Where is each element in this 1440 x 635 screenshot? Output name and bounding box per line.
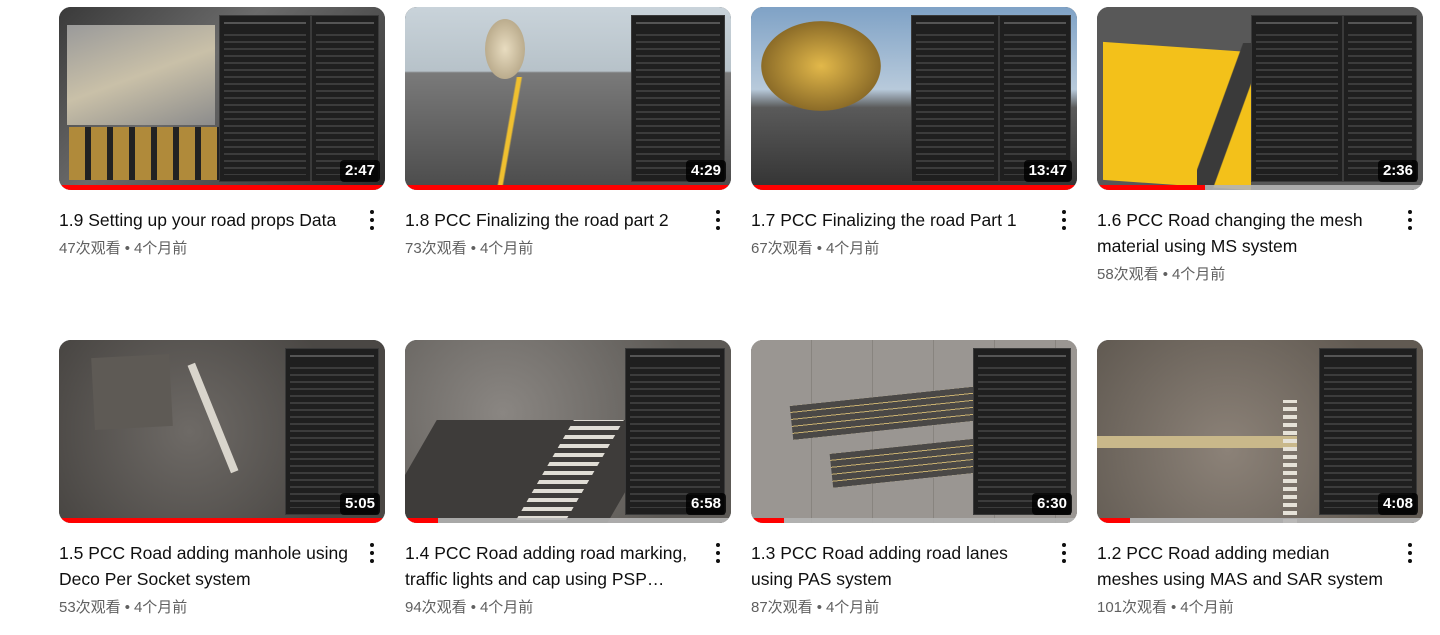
view-count: 58次观看 (1097, 266, 1159, 283)
video-title[interactable]: 1.3 PCC Road adding road lanes using PAS… (751, 540, 1077, 592)
more-options-icon[interactable] (1399, 541, 1421, 565)
video-card[interactable]: 5:05 1.5 PCC Road adding manhole using D… (59, 340, 385, 618)
upload-age: 4个月前 (479, 599, 534, 616)
video-card[interactable]: 2:47 1.9 Setting up your road props Data… (59, 7, 385, 259)
video-card[interactable]: 13:47 1.7 PCC Finalizing the road Part 1… (751, 7, 1077, 259)
duration-badge: 2:47 (339, 160, 380, 182)
video-thumbnail[interactable]: 6:58 (405, 340, 731, 523)
video-stats: 101次观看 • 4个月前 (1097, 598, 1423, 618)
video-stats: 58次观看 • 4个月前 (1097, 265, 1423, 285)
view-count: 67次观看 (751, 240, 813, 257)
upload-age: 4个月前 (133, 240, 188, 257)
separator: • (470, 240, 476, 257)
video-title[interactable]: 1.7 PCC Finalizing the road Part 1 (751, 207, 1077, 233)
more-options-icon[interactable] (707, 541, 729, 565)
separator: • (124, 599, 130, 616)
separator: • (816, 240, 822, 257)
view-count: 53次观看 (59, 599, 121, 616)
video-stats: 87次观看 • 4个月前 (751, 598, 1077, 618)
more-options-icon[interactable] (361, 541, 383, 565)
video-title[interactable]: 1.8 PCC Finalizing the road part 2 (405, 207, 731, 233)
video-title[interactable]: 1.2 PCC Road adding median meshes using … (1097, 540, 1423, 592)
upload-age: 4个月前 (825, 240, 880, 257)
upload-age: 4个月前 (1180, 599, 1234, 616)
more-options-icon[interactable] (1053, 541, 1075, 565)
duration-badge: 4:08 (1377, 493, 1418, 515)
upload-age: 4个月前 (825, 599, 880, 616)
video-stats: 47次观看 • 4个月前 (59, 239, 385, 259)
view-count: 94次观看 (405, 599, 467, 616)
video-grid: 2:47 1.9 Setting up your road props Data… (0, 0, 1440, 635)
more-options-icon[interactable] (361, 208, 383, 232)
more-options-icon[interactable] (707, 208, 729, 232)
video-card[interactable]: 6:58 1.4 PCC Road adding road marking, t… (405, 340, 731, 618)
view-count: 101次观看 (1097, 599, 1168, 616)
separator: • (124, 240, 130, 257)
video-title[interactable]: 1.6 PCC Road changing the mesh material … (1097, 207, 1423, 259)
view-count: 47次观看 (59, 240, 121, 257)
video-card[interactable]: 4:08 1.2 PCC Road adding median meshes u… (1097, 340, 1423, 618)
more-options-icon[interactable] (1053, 208, 1075, 232)
duration-badge: 2:36 (1377, 160, 1418, 182)
separator: • (816, 599, 822, 616)
video-card[interactable]: 4:29 1.8 PCC Finalizing the road part 2 … (405, 7, 731, 259)
video-card[interactable]: 6:30 1.3 PCC Road adding road lanes usin… (751, 340, 1077, 618)
video-thumbnail[interactable]: 4:29 (405, 7, 731, 190)
more-options-icon[interactable] (1399, 208, 1421, 232)
video-thumbnail[interactable]: 4:08 (1097, 340, 1423, 523)
video-stats: 94次观看 • 4个月前 (405, 598, 731, 618)
video-title[interactable]: 1.5 PCC Road adding manhole using Deco P… (59, 540, 385, 592)
view-count: 87次观看 (751, 599, 813, 616)
duration-badge: 4:29 (685, 160, 726, 182)
separator: • (1171, 599, 1177, 616)
video-thumbnail[interactable]: 6:30 (751, 340, 1077, 523)
duration-badge: 6:30 (1031, 493, 1072, 515)
separator: • (1162, 266, 1168, 283)
video-stats: 73次观看 • 4个月前 (405, 239, 731, 259)
video-stats: 53次观看 • 4个月前 (59, 598, 385, 618)
view-count: 73次观看 (405, 240, 467, 257)
video-thumbnail[interactable]: 2:36 (1097, 7, 1423, 190)
video-title[interactable]: 1.9 Setting up your road props Data (59, 207, 385, 233)
duration-badge: 6:58 (685, 493, 726, 515)
duration-badge: 5:05 (339, 493, 380, 515)
duration-badge: 13:47 (1023, 160, 1072, 182)
video-stats: 67次观看 • 4个月前 (751, 239, 1077, 259)
upload-age: 4个月前 (1171, 266, 1226, 283)
video-thumbnail[interactable]: 2:47 (59, 7, 385, 190)
upload-age: 4个月前 (479, 240, 534, 257)
video-thumbnail[interactable]: 5:05 (59, 340, 385, 523)
video-title[interactable]: 1.4 PCC Road adding road marking, traffi… (405, 540, 731, 592)
video-card[interactable]: 2:36 1.6 PCC Road changing the mesh mate… (1097, 7, 1423, 285)
video-thumbnail[interactable]: 13:47 (751, 7, 1077, 190)
separator: • (470, 599, 476, 616)
upload-age: 4个月前 (133, 599, 188, 616)
